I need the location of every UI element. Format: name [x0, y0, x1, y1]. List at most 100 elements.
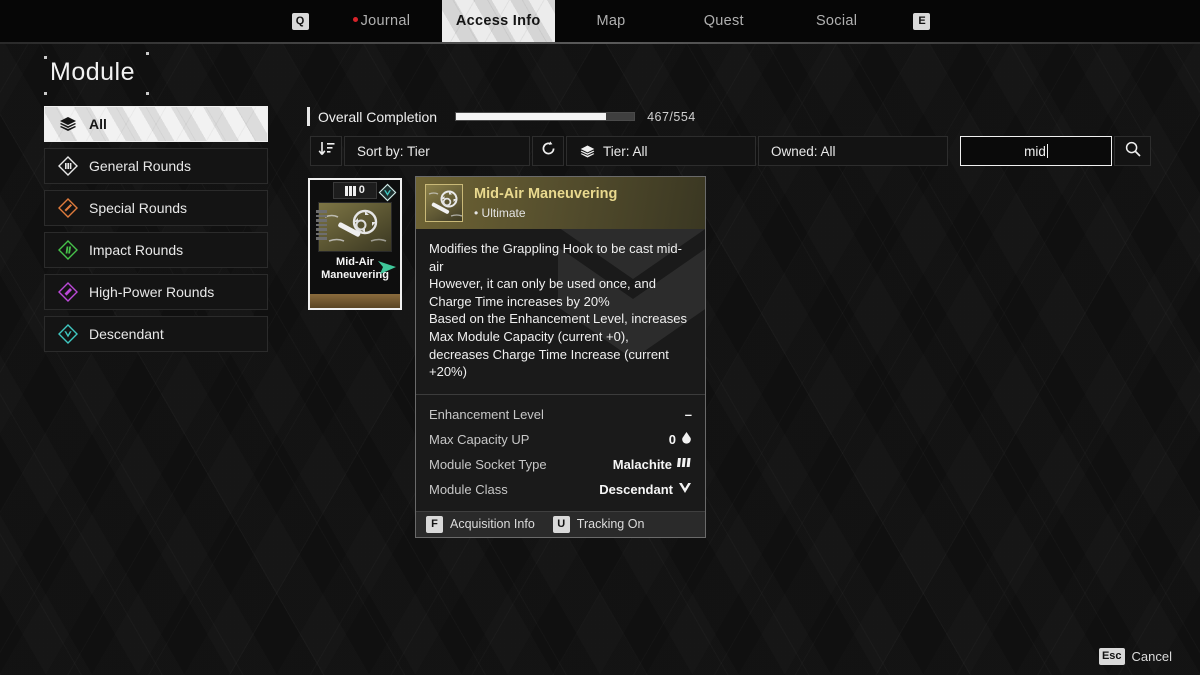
stat-row-enhancement-level: Enhancement Level –: [429, 402, 692, 427]
stat-value: Descendant: [599, 481, 673, 497]
card-footer-bar: [310, 294, 400, 308]
key-u-badge: U: [552, 515, 570, 533]
nav-tab-social-label: Social: [815, 13, 858, 29]
notification-dot-icon: [352, 17, 358, 22]
bottom-action-bar: Esc Cancel: [0, 637, 1200, 675]
stat-value: 0: [668, 431, 676, 447]
title-tick-tr: [146, 52, 149, 55]
nav-tab-quest-label: Quest: [703, 13, 744, 29]
stat-row-module-class: Module Class Descendant: [429, 477, 692, 502]
tooltip-footer-hints: F Acquisition Info U Tracking On: [416, 510, 705, 537]
impact-rounds-icon: [57, 239, 79, 261]
module-detail-tooltip: Mid-Air Maneuvering • Ultimate Modifies …: [415, 176, 706, 538]
key-q-badge: Q: [291, 12, 309, 30]
general-rounds-icon: [57, 155, 79, 177]
sidebar-item-all[interactable]: All: [44, 106, 268, 142]
tier-filter-dropdown[interactable]: Tier: All: [566, 136, 756, 166]
reset-icon: [540, 140, 557, 162]
description-line-1: Modifies the Grappling Hook to be cast m…: [429, 241, 682, 274]
card-tier-number: 0: [358, 184, 365, 196]
nav-tab-journal[interactable]: Journal: [329, 0, 442, 42]
page-title: Module: [50, 58, 135, 86]
nav-tab-map[interactable]: Map: [555, 0, 668, 42]
reset-filters-button[interactable]: [532, 136, 564, 166]
module-screen: Q Journal Access Info Map Quest Social E…: [0, 0, 1200, 675]
key-esc-badge: Esc: [1098, 647, 1125, 665]
tooltip-stats-list: Enhancement Level – Max Capacity UP 0 Mo…: [416, 395, 705, 511]
stat-row-max-capacity-up: Max Capacity UP 0: [429, 427, 692, 452]
overall-completion: Overall Completion 467/554: [307, 107, 696, 126]
description-line-3: Based on the Enhancement Level, increase…: [429, 311, 688, 380]
tooltip-header: Mid-Air Maneuvering • Ultimate: [416, 177, 705, 229]
search-button[interactable]: [1114, 136, 1151, 166]
key-e-badge: E: [913, 12, 931, 30]
title-tick-br: [146, 92, 149, 95]
sort-by-label: Sort by: Tier: [357, 143, 430, 159]
sort-by-dropdown[interactable]: Sort by: Tier: [344, 136, 530, 166]
stat-key: Max Capacity UP: [429, 431, 530, 447]
nav-next-key[interactable]: E: [893, 0, 951, 42]
search-icon: [1124, 140, 1142, 163]
search-input[interactable]: mid: [960, 136, 1112, 166]
sidebar-item-high-power-rounds-label: High-Power Rounds: [89, 284, 215, 300]
stat-key: Module Class: [429, 481, 508, 497]
hint-acquisition-info-label: Acquisition Info: [450, 517, 535, 532]
stat-row-module-socket-type: Module Socket Type Malachite: [429, 452, 692, 477]
nav-tab-social[interactable]: Social: [780, 0, 893, 42]
high-power-rounds-icon: [57, 281, 79, 303]
card-circuit-rail: [316, 210, 327, 240]
malachite-socket-icon: [677, 456, 692, 472]
stat-key: Enhancement Level: [429, 406, 544, 422]
card-artwork: [318, 202, 392, 252]
sidebar-item-impact-rounds[interactable]: Impact Rounds: [44, 232, 268, 268]
stat-value: Malachite: [612, 456, 672, 472]
key-f-badge: F: [426, 515, 443, 533]
nav-tab-map-label: Map: [596, 13, 626, 29]
tier-tally-icon: [345, 185, 356, 196]
sidebar-item-descendant-label: Descendant: [89, 326, 164, 342]
category-sidebar: All General Rounds Special Rounds Impact…: [44, 106, 268, 358]
top-navigation-bar: Q Journal Access Info Map Quest Social E: [0, 0, 1200, 42]
description-line-2: However, it can only be used once, and C…: [429, 276, 656, 309]
hint-tracking-on-label: Tracking On: [576, 517, 645, 532]
sidebar-item-descendant[interactable]: Descendant: [44, 316, 268, 352]
cancel-hint[interactable]: Esc Cancel: [1098, 647, 1172, 665]
completion-label: Overall Completion: [318, 108, 438, 125]
card-tier-indicator: 0: [333, 182, 377, 199]
completion-count: 467/554: [647, 109, 696, 124]
text-caret: [1046, 144, 1048, 158]
descendant-icon: [57, 323, 79, 345]
sort-descending-icon: [318, 141, 335, 162]
completion-progress-fill: [456, 113, 606, 120]
tooltip-rarity: • Ultimate: [474, 206, 526, 220]
filter-toolbar: Sort by: Tier Tier: All Owned: All mid: [310, 136, 1151, 166]
nav-divider: [0, 42, 1200, 44]
title-tick-bl: [44, 92, 47, 95]
nav-tab-access-info[interactable]: Access Info: [441, 0, 555, 42]
nav-tab-quest[interactable]: Quest: [667, 0, 780, 42]
owned-filter-dropdown[interactable]: Owned: All: [758, 136, 948, 166]
hint-tracking-on[interactable]: U Tracking On: [552, 515, 645, 533]
cancel-hint-label: Cancel: [1131, 648, 1172, 664]
sidebar-item-special-rounds[interactable]: Special Rounds: [44, 190, 268, 226]
search-input-value: mid: [1024, 143, 1046, 159]
special-rounds-icon: [57, 197, 79, 219]
sidebar-item-impact-rounds-label: Impact Rounds: [89, 242, 184, 258]
layers-icon: [579, 143, 596, 160]
sidebar-item-high-power-rounds[interactable]: High-Power Rounds: [44, 274, 268, 310]
card-arrow-icon: [378, 261, 396, 274]
sidebar-item-general-rounds[interactable]: General Rounds: [44, 148, 268, 184]
sort-direction-button[interactable]: [310, 136, 342, 166]
nav-prev-key[interactable]: Q: [271, 0, 329, 42]
module-card-mid-air-maneuvering[interactable]: 0 Mid-Air Maneuvering: [308, 178, 402, 310]
sidebar-item-all-label: All: [89, 116, 107, 132]
nav-tab-journal-label: Journal: [360, 13, 411, 29]
tooltip-title: Mid-Air Maneuvering: [474, 186, 618, 202]
owned-filter-label: Owned: All: [771, 143, 836, 159]
title-tick-tl: [44, 56, 47, 59]
grappling-hook-icon: [425, 184, 463, 222]
completion-progress-bar: [455, 112, 636, 121]
hint-acquisition-info[interactable]: F Acquisition Info: [426, 515, 535, 533]
stat-key: Module Socket Type: [429, 456, 547, 472]
tooltip-description: Modifies the Grappling Hook to be cast m…: [416, 229, 705, 395]
